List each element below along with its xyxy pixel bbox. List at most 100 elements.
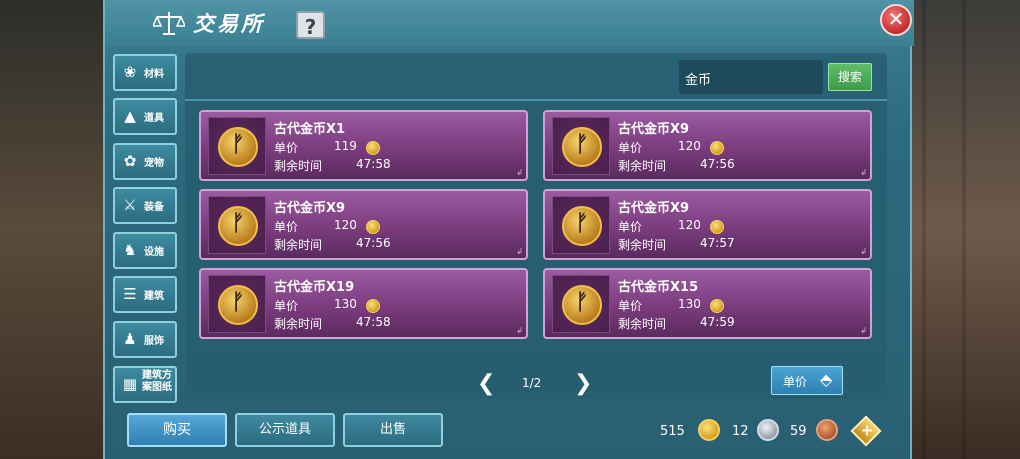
corner-ornament-icon: ↲ [516, 326, 523, 335]
time-remaining: 47:56 [700, 157, 735, 171]
time-label: 剩余时间 [274, 317, 323, 331]
time-remaining: 47:56 [356, 236, 391, 250]
facility-icon: ♞ [123, 241, 137, 259]
item-badge [552, 117, 610, 175]
blueprint-icon: ▦ [122, 375, 138, 393]
close-button[interactable]: ✕ [880, 4, 912, 36]
corner-ornament-icon: ↲ [516, 247, 523, 256]
item-badge [552, 275, 610, 333]
scales-icon [153, 12, 185, 35]
time-remaining: 47:58 [356, 315, 391, 329]
corner-ornament-icon: ↲ [860, 247, 867, 256]
item-name: 古代金币X9 [274, 201, 346, 216]
title-bar: 交易所 ? [105, 0, 914, 46]
price-label: 单价 [618, 299, 643, 313]
sidebar-item-label: 服饰 [144, 336, 164, 347]
search-button[interactable]: 搜索 [828, 63, 872, 91]
sidebar-item-label: 装备 [144, 202, 164, 213]
add-currency-button[interactable]: + [850, 415, 882, 447]
price-value: 130 [334, 297, 357, 311]
price-value: 120 [678, 218, 701, 232]
time-label: 剩余时间 [274, 159, 323, 173]
buy-button[interactable]: 购买 [127, 413, 227, 447]
sort-label: 单价 [783, 375, 808, 389]
next-page-icon[interactable]: ❯ [574, 371, 592, 396]
sidebar-item-buildings[interactable]: ☰ 建筑 [113, 276, 177, 313]
divider [185, 99, 887, 101]
item-badge [208, 275, 266, 333]
sidebar-item-materials[interactable]: ❀ 材料 [113, 54, 177, 91]
price-label: 单价 [618, 220, 643, 234]
sidebar-item-label: 建筑 [144, 291, 164, 302]
listing-card[interactable]: 古代金币X19 单价 130 剩余时间 47:58 ↲ [199, 268, 528, 339]
potion-icon: ▲ [124, 107, 136, 125]
price-value: 119 [334, 139, 357, 153]
gold-coin-icon [710, 299, 724, 313]
sidebar-item-equipment[interactable]: ⚔ 装备 [113, 187, 177, 224]
ancient-coin-icon [218, 285, 258, 325]
item-badge [552, 196, 610, 254]
gold-coin-icon [366, 220, 380, 234]
paw-icon: ✿ [123, 152, 137, 170]
ancient-coin-icon [218, 127, 258, 167]
sidebar-item-label: 宠物 [144, 158, 164, 169]
search-input[interactable]: 金币 [679, 60, 823, 94]
corner-ornament-icon: ↲ [860, 168, 867, 177]
time-remaining: 47:59 [700, 315, 735, 329]
public-items-button[interactable]: 公示道具 [235, 413, 335, 447]
sidebar-item-label: 道具 [144, 113, 164, 124]
ancient-coin-icon [562, 285, 602, 325]
listing-card[interactable]: 古代金币X9 单价 120 剩余时间 47:56 ↲ [543, 110, 872, 181]
sidebar-item-pets[interactable]: ✿ 宠物 [113, 143, 177, 180]
corner-ornament-icon: ↲ [860, 326, 867, 335]
sort-by-price-button[interactable]: 单价 ⬘ [771, 366, 843, 395]
sidebar-item-facilities[interactable]: ♞ 设施 [113, 232, 177, 269]
gold-coin-icon [366, 299, 380, 313]
time-label: 剩余时间 [274, 238, 323, 252]
exchange-window: 交易所 ? ❀ 材料 ▲ 道具 ✿ 宠物 ⚔ 装备 ♞ 设施 ☰ 建筑 ♟ 服饰 [103, 0, 914, 459]
item-name: 古代金币X15 [618, 280, 699, 295]
background-right [912, 0, 1020, 459]
sidebar-item-items[interactable]: ▲ 道具 [113, 98, 177, 135]
price-value: 120 [678, 139, 701, 153]
silver-count: 12 [732, 424, 749, 439]
plus-icon: + [860, 420, 874, 440]
price-value: 120 [334, 218, 357, 232]
sort-arrow-icon: ⬘ [820, 370, 833, 389]
item-name: 古代金币X9 [618, 122, 690, 137]
price-label: 单价 [618, 141, 643, 155]
item-badge [208, 117, 266, 175]
corner-ornament-icon: ↲ [516, 168, 523, 177]
clothes-icon: ♟ [123, 330, 137, 348]
item-name: 古代金币X19 [274, 280, 355, 295]
help-button[interactable]: ? [296, 11, 325, 39]
ancient-coin-icon [562, 127, 602, 167]
sidebar-item-clothes[interactable]: ♟ 服饰 [113, 321, 177, 358]
item-badge [208, 196, 266, 254]
listing-card[interactable]: 古代金币X15 单价 130 剩余时间 47:59 ↲ [543, 268, 872, 339]
sidebar-item-label: 建筑方案图纸 [142, 370, 172, 393]
category-sidebar: ❀ 材料 ▲ 道具 ✿ 宠物 ⚔ 装备 ♞ 设施 ☰ 建筑 ♟ 服饰 ▦ 建筑方 [113, 54, 179, 403]
time-label: 剩余时间 [618, 159, 667, 173]
sidebar-item-label: 设施 [144, 247, 164, 258]
ancient-coin-icon [218, 206, 258, 246]
listing-card[interactable]: 古代金币X1 单价 119 剩余时间 47:58 ↲ [199, 110, 528, 181]
time-remaining: 47:58 [356, 157, 391, 171]
listing-card[interactable]: 古代金币X9 单价 120 剩余时间 47:57 ↲ [543, 189, 872, 260]
item-name: 古代金币X9 [618, 201, 690, 216]
sidebar-item-blueprints[interactable]: ▦ 建筑方案图纸 [113, 366, 177, 403]
prev-page-icon[interactable]: ❮ [477, 371, 495, 396]
price-value: 130 [678, 297, 701, 311]
price-label: 单价 [274, 299, 299, 313]
time-remaining: 47:57 [700, 236, 735, 250]
item-name: 古代金币X1 [274, 122, 346, 137]
page-title: 交易所 [193, 12, 265, 36]
gold-coin-icon [366, 141, 380, 155]
price-label: 单价 [274, 220, 299, 234]
sell-button[interactable]: 出售 [343, 413, 443, 447]
bronze-coin-icon [816, 419, 838, 441]
time-label: 剩余时间 [618, 238, 667, 252]
bronze-count: 59 [790, 424, 807, 439]
materials-icon: ❀ [123, 63, 137, 81]
listing-card[interactable]: 古代金币X9 单价 120 剩余时间 47:56 ↲ [199, 189, 528, 260]
